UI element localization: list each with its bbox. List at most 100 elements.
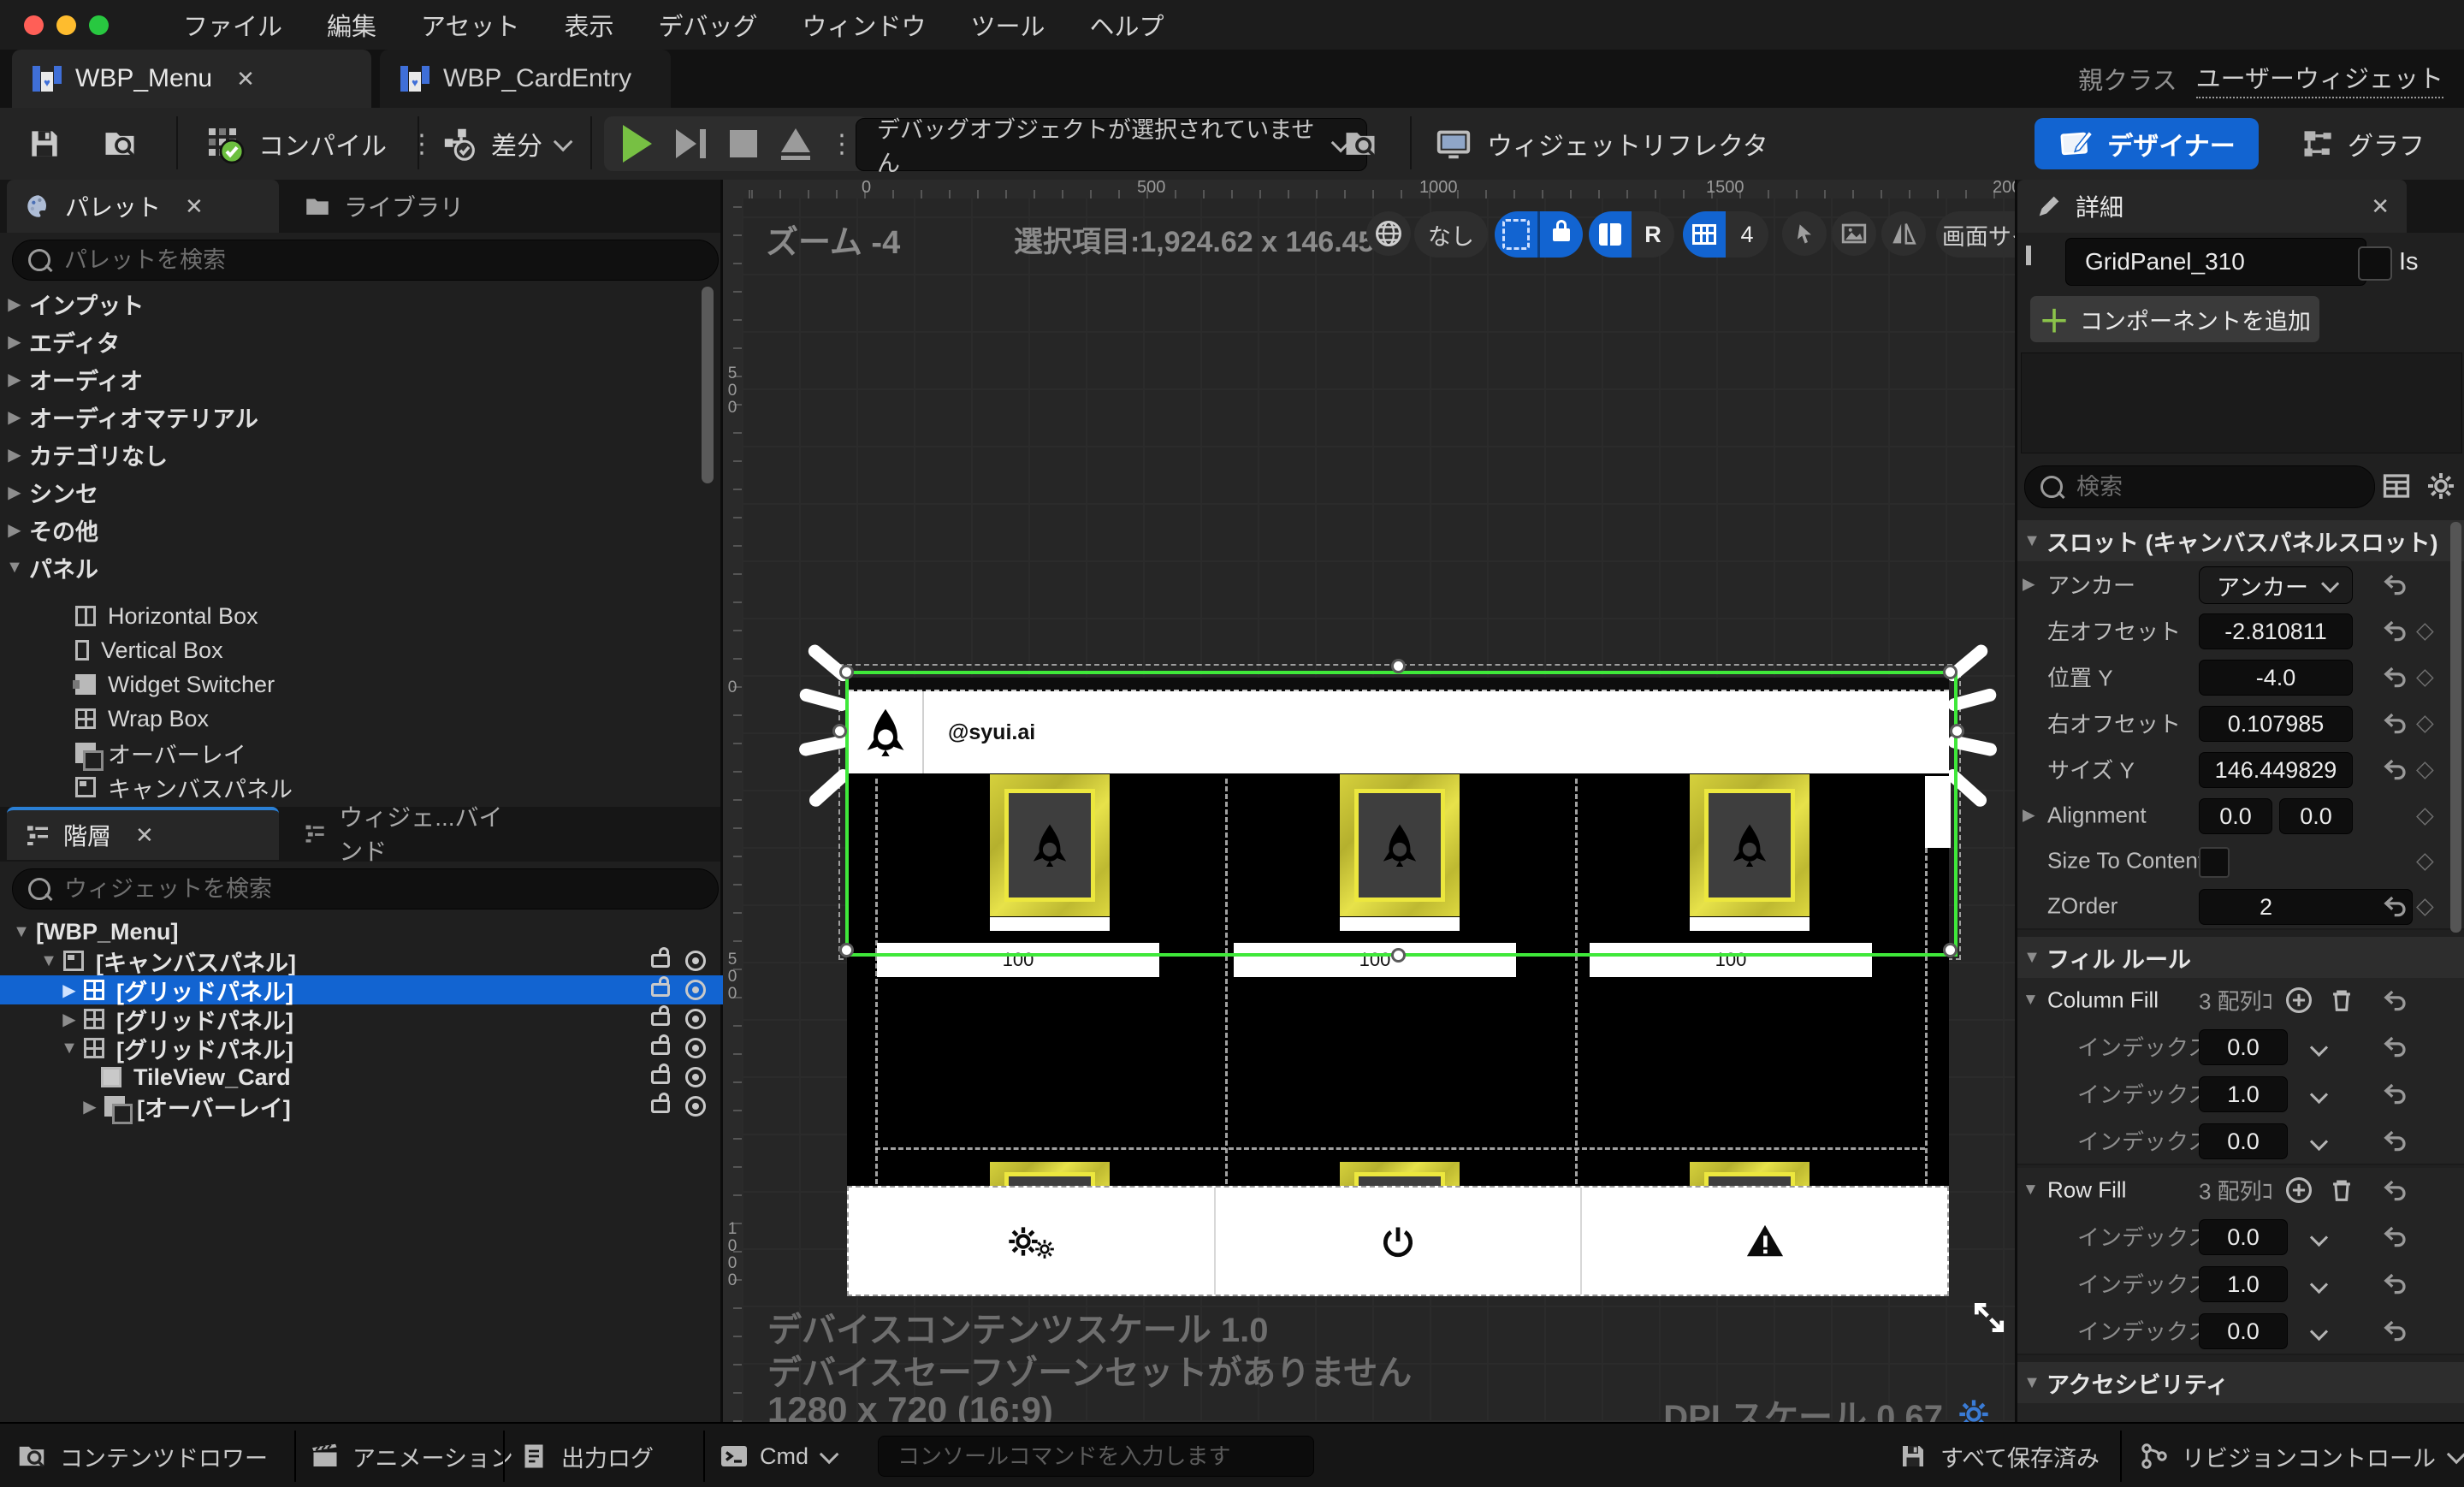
hierarchy-row-grid-panel-3[interactable]: ▼ [グリッドパネル] [0, 1034, 723, 1063]
tab-details[interactable]: 詳細 ✕ [2017, 180, 2407, 233]
warning-button[interactable] [1582, 1188, 1947, 1294]
lock-icon[interactable] [651, 1005, 670, 1026]
trash-icon[interactable] [2327, 986, 2356, 1015]
browse-asset-icon[interactable] [101, 125, 139, 163]
compile-button[interactable]: コンパイル ⋮ [204, 120, 435, 168]
user-handle-bar[interactable]: @syui.ai [849, 691, 1949, 773]
widget-name-field[interactable] [2065, 238, 2366, 286]
minimize-traffic-light[interactable] [56, 15, 76, 35]
output-log-button[interactable]: 出力ログ [518, 1424, 654, 1487]
hierarchy-row-wbp-menu[interactable]: ▼ [WBP_Menu] [0, 917, 723, 946]
menu-debug[interactable]: デバッグ [658, 7, 757, 43]
palette-search[interactable] [12, 240, 719, 281]
chevron-down-icon[interactable]: ▼ [34, 951, 63, 971]
tab-widget-bind[interactable]: ウィジェ...バインド [286, 804, 542, 865]
designer-viewport[interactable]: 0 500 1000 1500 200 500 0 500 1000 ズーム -… [723, 180, 2015, 1422]
card-widget[interactable] [1340, 1162, 1460, 1188]
palette-category-synth[interactable]: ▶ シンセ [0, 473, 720, 511]
card-widget[interactable] [1690, 1162, 1810, 1188]
menu-help[interactable]: ヘルプ [1090, 7, 1164, 43]
palette-scrollbar[interactable] [702, 287, 714, 483]
designer-mode-button[interactable]: デザイナー [2035, 118, 2259, 169]
palette-category-panel[interactable]: ▼ パネル [0, 548, 720, 586]
visibility-icon[interactable] [685, 1067, 706, 1087]
chevron-down-icon[interactable] [2309, 1132, 2329, 1152]
keyframe-diamond-icon[interactable]: ◇ [2416, 618, 2434, 644]
compile-options-icon[interactable]: ⋮ [409, 129, 435, 159]
save-icon[interactable] [26, 125, 63, 163]
chevron-down-icon[interactable]: ▼ [2023, 1181, 2039, 1200]
add-component-button[interactable]: ＋ コンポーネントを追加 [2030, 296, 2319, 342]
tab-palette[interactable]: パレット ✕ [7, 180, 279, 233]
parent-class-link[interactable]: ユーザーウィジェット [2195, 59, 2443, 98]
chevron-down-icon[interactable]: ▼ [7, 922, 36, 942]
widget-reflector-button[interactable]: ウィジェットリフレクタ [1434, 120, 1768, 168]
close-tab-icon[interactable]: ✕ [236, 66, 255, 92]
menu-file[interactable]: ファイル [183, 7, 282, 43]
palette-category-audiomaterial[interactable]: ▶ オーディオマテリアル [0, 398, 720, 435]
palette-item-vertical-box[interactable]: Vertical Box [75, 633, 717, 667]
reset-icon[interactable] [2381, 1177, 2410, 1203]
resize-handle[interactable] [1943, 665, 1958, 679]
menu-tools[interactable]: ツール [971, 7, 1045, 43]
is-variable-checkbox[interactable] [2358, 246, 2392, 281]
visibility-icon[interactable] [685, 1038, 706, 1058]
visibility-icon[interactable] [685, 951, 706, 971]
hierarchy-row-canvas-panel[interactable]: ▼ [キャンバスパネル] [0, 946, 723, 976]
tab-wbp-menu[interactable]: ♥ WBP_Menu ✕ [12, 50, 371, 108]
reset-icon[interactable] [2381, 618, 2410, 643]
fill-rules-section-header[interactable]: ▼ フィル ルール [2017, 937, 2464, 980]
reset-icon[interactable] [2381, 1081, 2410, 1106]
chevron-right-icon[interactable]: ▶ [2023, 575, 2035, 595]
keyframe-diamond-icon[interactable]: ◇ [2416, 664, 2434, 690]
resize-handle[interactable] [832, 724, 847, 738]
menu-view[interactable]: 表示 [564, 7, 613, 43]
graph-mode-button[interactable]: グラフ [2300, 120, 2425, 168]
add-element-icon[interactable] [2284, 986, 2313, 1015]
add-element-icon[interactable] [2284, 1176, 2313, 1205]
tab-hierarchy[interactable]: 階層 ✕ [7, 807, 279, 860]
details-scrollbar[interactable] [2450, 522, 2461, 933]
card-widget[interactable] [990, 1162, 1110, 1188]
palette-item-widget-switcher[interactable]: Widget Switcher [73, 667, 717, 702]
content-drawer-button[interactable]: コンテンツドロワー [15, 1424, 268, 1487]
palette-search-input[interactable] [62, 246, 702, 275]
debug-object-dropdown[interactable]: デバッグオブジェクトが選択されていません [856, 117, 1367, 176]
reset-icon[interactable] [2381, 1128, 2410, 1153]
settings-gear-icon[interactable] [2426, 471, 2456, 501]
fill-value-field[interactable]: 0.0 [2199, 1123, 2288, 1159]
frame-skip-button[interactable] [676, 129, 706, 158]
keyframe-diamond-icon[interactable]: ◇ [2416, 803, 2434, 829]
play-button[interactable] [623, 125, 652, 163]
close-tab-icon[interactable]: ✕ [135, 822, 154, 849]
dpi-scale-control[interactable]: DPI スケール 0.67 [1663, 1389, 1991, 1422]
chevron-right-icon[interactable]: ▶ [55, 1009, 84, 1030]
keyframe-diamond-icon[interactable]: ◇ [2416, 710, 2434, 737]
fill-value-field[interactable]: 1.0 [2199, 1266, 2288, 1302]
fill-value-field[interactable]: 1.0 [2199, 1076, 2288, 1112]
alignment-y-field[interactable]: 0.0 [2279, 798, 2353, 834]
size-y-field[interactable]: 146.449829 [2199, 752, 2353, 788]
resize-handle[interactable] [839, 665, 854, 679]
display-filter-icon[interactable] [2381, 471, 2412, 501]
hierarchy-search[interactable] [12, 868, 719, 909]
reset-icon[interactable] [2381, 1271, 2410, 1296]
lock-icon[interactable] [651, 976, 670, 997]
chevron-right-icon[interactable]: ▶ [75, 1096, 104, 1117]
close-tab-icon[interactable]: ✕ [185, 193, 204, 220]
offset-right-field[interactable]: 0.107985 [2199, 706, 2353, 742]
cmd-dropdown[interactable]: Cmd [719, 1424, 839, 1487]
tab-wbp-cardentry[interactable]: ♥ WBP_CardEntry [380, 50, 671, 108]
browse-debug-icon[interactable] [1342, 125, 1379, 163]
hierarchy-search-input[interactable] [62, 874, 702, 903]
reset-icon[interactable] [2381, 710, 2410, 736]
accessibility-section-header[interactable]: ▼ アクセシビリティ [2017, 1362, 2464, 1405]
hierarchy-row-grid-panel-selected[interactable]: ▶ [グリッドパネル] [0, 975, 723, 1005]
localization-preview-button[interactable] [1366, 211, 1411, 256]
alignment-x-field[interactable]: 0.0 [2199, 798, 2272, 834]
resize-handle[interactable] [1950, 724, 1964, 738]
reset-icon[interactable] [2381, 756, 2410, 782]
lock-icon[interactable] [651, 947, 670, 968]
menu-window[interactable]: ウィンドウ [802, 7, 926, 43]
palette-item-overlay[interactable]: オーバーレイ [75, 736, 717, 771]
